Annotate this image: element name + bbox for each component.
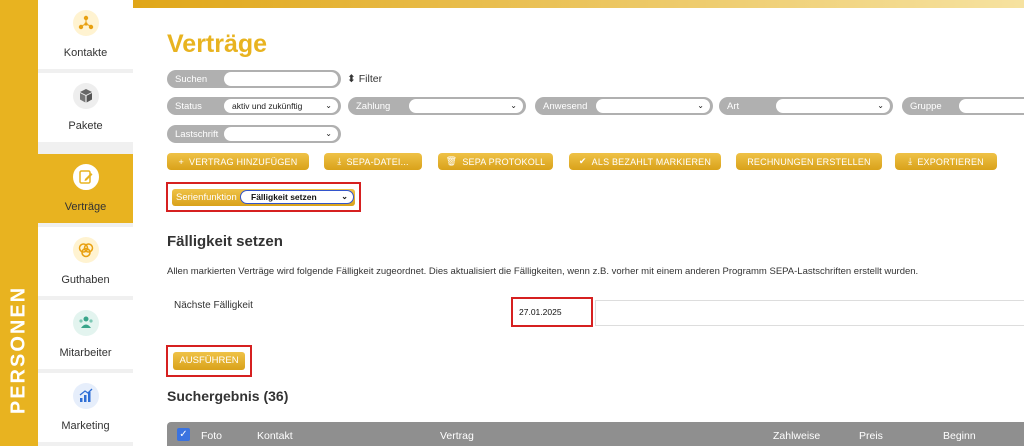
results-heading: Suchergebnis (36) bbox=[167, 388, 289, 404]
select-all-checkbox[interactable]: ✓ bbox=[177, 428, 190, 441]
run-button[interactable]: AUSFÜHREN bbox=[173, 352, 245, 370]
package-boxes-icon bbox=[72, 83, 99, 109]
sidebar-item-label: Pakete bbox=[68, 120, 103, 132]
sidebar-item-label: Guthaben bbox=[61, 274, 110, 286]
sidebar-item-label: Marketing bbox=[61, 420, 110, 432]
sidebar-item-label: Mitarbeiter bbox=[59, 347, 112, 359]
search-input[interactable] bbox=[224, 72, 338, 86]
add-contract-button[interactable]: + VERTRAG HINZUFÜGEN bbox=[167, 153, 309, 170]
column-header-zahlweise[interactable]: Zahlweise bbox=[773, 430, 820, 442]
chevron-down-icon: ⌄ bbox=[325, 101, 332, 110]
gruppe-label: Gruppe bbox=[910, 100, 942, 112]
run-highlight: AUSFÜHREN bbox=[166, 345, 252, 377]
top-accent-bar bbox=[133, 0, 1024, 8]
create-invoices-button[interactable]: RECHNUNGEN ERSTELLEN bbox=[736, 153, 882, 170]
status-filter: Status aktiv und zukünftig ⌄ bbox=[167, 97, 341, 115]
people-network-icon bbox=[72, 10, 99, 36]
next-due-input[interactable]: 27.01.2025 bbox=[511, 297, 593, 327]
sidebar-item-vertraege[interactable]: Verträge bbox=[38, 154, 133, 223]
chevron-down-icon: ⌄ bbox=[325, 129, 332, 138]
zahlung-label: Zahlung bbox=[356, 100, 391, 112]
art-filter: Art ⌄ bbox=[719, 97, 893, 115]
results-table-header: ✓ Foto Kontakt Vertrag Zahlweise Preis B… bbox=[167, 422, 1024, 446]
lastschrift-select[interactable]: ⌄ bbox=[224, 127, 338, 141]
download-icon: ⤓ bbox=[908, 156, 913, 166]
art-select[interactable]: ⌄ bbox=[776, 99, 890, 113]
sidebar-item-pakete[interactable]: Pakete bbox=[38, 73, 133, 142]
column-header-beginn[interactable]: Beginn bbox=[943, 430, 976, 442]
status-label: Status bbox=[175, 100, 202, 112]
plus-icon: + bbox=[178, 156, 184, 167]
serien-control: Serienfunktion Fälligkeit setzen ⌄ bbox=[172, 189, 355, 206]
sidebar-item-kontakte[interactable]: Kontakte bbox=[38, 0, 133, 69]
section-band: PERSONEN bbox=[0, 0, 38, 446]
lastschrift-filter: Lastschrift ⌄ bbox=[167, 125, 341, 143]
download-icon: ⤓ bbox=[337, 156, 342, 166]
anwesend-label: Anwesend bbox=[543, 100, 588, 112]
filter-toggle-label: Filter bbox=[358, 73, 383, 85]
anwesend-select[interactable]: ⌄ bbox=[596, 99, 710, 113]
section-description: Allen markierten Verträge wird folgende … bbox=[167, 266, 919, 277]
trash-icon: 🗑 bbox=[445, 156, 458, 166]
create-invoices-label: RECHNUNGEN ERSTELLEN bbox=[747, 156, 871, 167]
next-due-field-extension[interactable] bbox=[595, 300, 1024, 326]
sepa-protocol-button[interactable]: 🗑 SEPA PROTOKOLL bbox=[438, 153, 553, 170]
column-header-foto[interactable]: Foto bbox=[201, 430, 222, 442]
sidebar-item-label: Kontakte bbox=[63, 47, 108, 59]
page-title: Verträge bbox=[167, 30, 268, 58]
sidebar-item-marketing[interactable]: Marketing bbox=[38, 373, 133, 442]
chevron-down-icon: ⌄ bbox=[877, 101, 884, 110]
status-select-value: aktiv und zukünftig bbox=[232, 101, 303, 111]
column-header-kontakt[interactable]: Kontakt bbox=[257, 430, 293, 442]
serien-label: Serienfunktion bbox=[176, 192, 237, 203]
serien-highlight: Serienfunktion Fälligkeit setzen ⌄ bbox=[166, 182, 361, 212]
mark-paid-button[interactable]: ✔ ALS BEZAHLT MARKIEREN bbox=[569, 153, 721, 170]
sort-arrows-icon: ⬍ bbox=[347, 73, 356, 85]
zahlung-select[interactable]: ⌄ bbox=[409, 99, 523, 113]
export-button[interactable]: ⤓ EXPORTIEREN bbox=[895, 153, 997, 170]
column-header-vertrag[interactable]: Vertrag bbox=[440, 430, 474, 442]
sidebar-item-guthaben[interactable]: Guthaben bbox=[38, 227, 133, 296]
mark-paid-label: ALS BEZAHLT MARKIEREN bbox=[591, 156, 712, 167]
section-heading: Fälligkeit setzen bbox=[167, 233, 283, 250]
checkmark-icon: ✔ bbox=[578, 156, 587, 166]
coins-icon bbox=[72, 237, 99, 263]
chevron-down-icon: ⌄ bbox=[510, 101, 517, 110]
chevron-down-icon: ⌄ bbox=[697, 101, 704, 110]
chart-growth-icon bbox=[72, 383, 99, 409]
next-due-label: Nächste Fälligkeit bbox=[174, 300, 253, 311]
sepa-file-label: SEPA-DATEI... bbox=[346, 156, 409, 167]
anwesend-filter: Anwesend ⌄ bbox=[535, 97, 713, 115]
art-label: Art bbox=[727, 100, 740, 112]
search-label: Suchen bbox=[175, 73, 208, 85]
lastschrift-label: Lastschrift bbox=[175, 128, 219, 140]
serien-select-value: Fälligkeit setzen bbox=[251, 192, 317, 202]
add-contract-label: VERTRAG HINZUFÜGEN bbox=[189, 156, 298, 167]
status-select[interactable]: aktiv und zukünftig ⌄ bbox=[224, 99, 338, 113]
sepa-file-button[interactable]: ⤓ SEPA-DATEI... bbox=[324, 153, 422, 170]
column-header-preis[interactable]: Preis bbox=[859, 430, 883, 442]
search-field: Suchen bbox=[167, 70, 341, 88]
gruppe-select[interactable] bbox=[959, 99, 1024, 113]
sidebar-item-mitarbeiter[interactable]: Mitarbeiter bbox=[38, 300, 133, 369]
contract-edit-icon bbox=[72, 164, 99, 190]
chevron-down-icon: ⌄ bbox=[341, 192, 348, 201]
zahlung-filter: Zahlung ⌄ bbox=[348, 97, 526, 115]
export-label: EXPORTIEREN bbox=[917, 156, 984, 167]
sidebar: Kontakte Pakete Verträge Guthaben Mitarb… bbox=[38, 0, 133, 446]
staff-icon bbox=[72, 310, 99, 336]
serien-select[interactable]: Fälligkeit setzen ⌄ bbox=[240, 190, 354, 204]
main-content: Verträge Suchen ⬍ Filter Status aktiv un… bbox=[133, 8, 1024, 446]
sidebar-item-label: Verträge bbox=[64, 201, 107, 213]
filter-toggle[interactable]: ⬍ Filter bbox=[347, 73, 382, 85]
section-band-label: PERSONEN bbox=[7, 285, 30, 415]
gruppe-filter: Gruppe bbox=[902, 97, 1024, 115]
sepa-protocol-label: SEPA PROTOKOLL bbox=[462, 156, 546, 167]
